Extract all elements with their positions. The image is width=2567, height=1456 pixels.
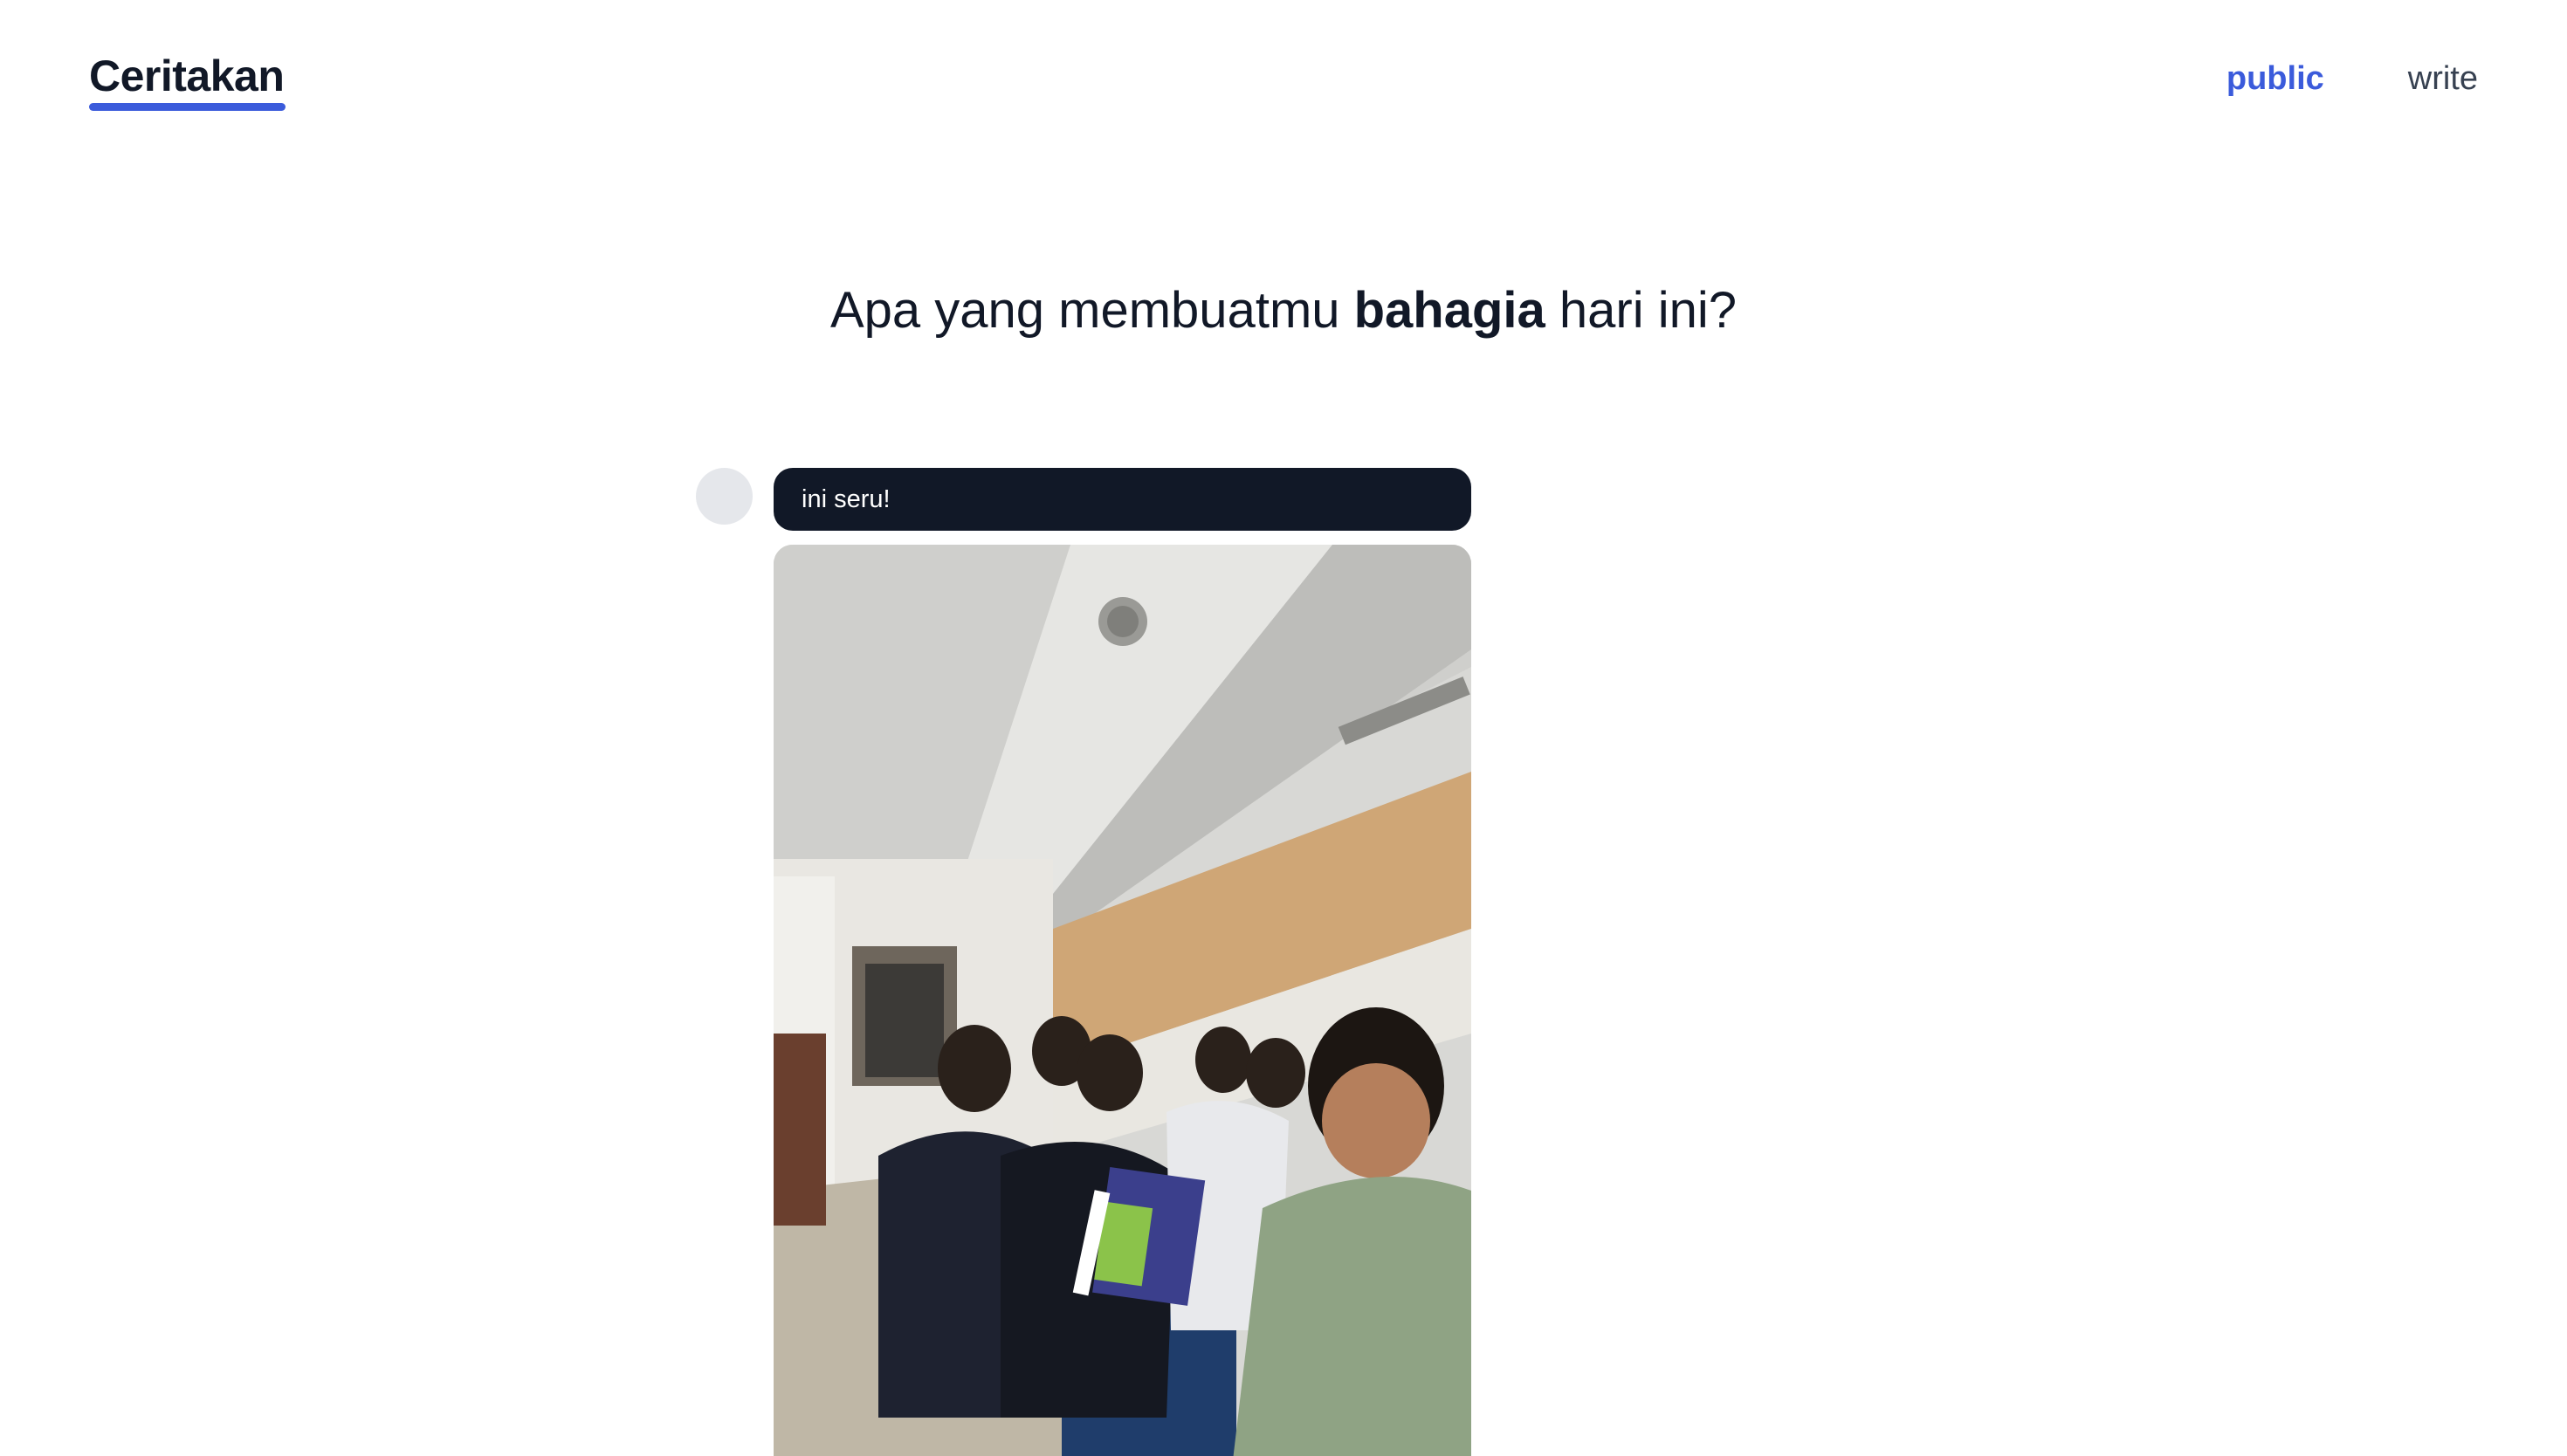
- nav-link-write[interactable]: write: [2408, 54, 2478, 103]
- avatar: [696, 468, 753, 525]
- nav-link-public[interactable]: public: [2226, 54, 2324, 103]
- post-photo[interactable]: [774, 545, 1471, 1456]
- brand-underline: [89, 103, 286, 111]
- group-selfie-image: [774, 545, 1471, 1456]
- prompt-text-before: Apa yang membuatmu: [829, 282, 1354, 339]
- page-prompt: Apa yang membuatmu bahagia hari ini?: [0, 278, 2567, 344]
- page: Ceritakan public write Apa yang membuatm…: [0, 0, 2567, 1456]
- main-nav: public write: [2226, 54, 2478, 103]
- site-header: Ceritakan public write: [0, 0, 2567, 157]
- prompt-emphasis: bahagia: [1353, 282, 1545, 339]
- brand-logo-link[interactable]: Ceritakan: [89, 45, 285, 106]
- message-bubble: ini seru!: [774, 468, 1471, 531]
- prompt-text-after: hari ini?: [1545, 282, 1738, 339]
